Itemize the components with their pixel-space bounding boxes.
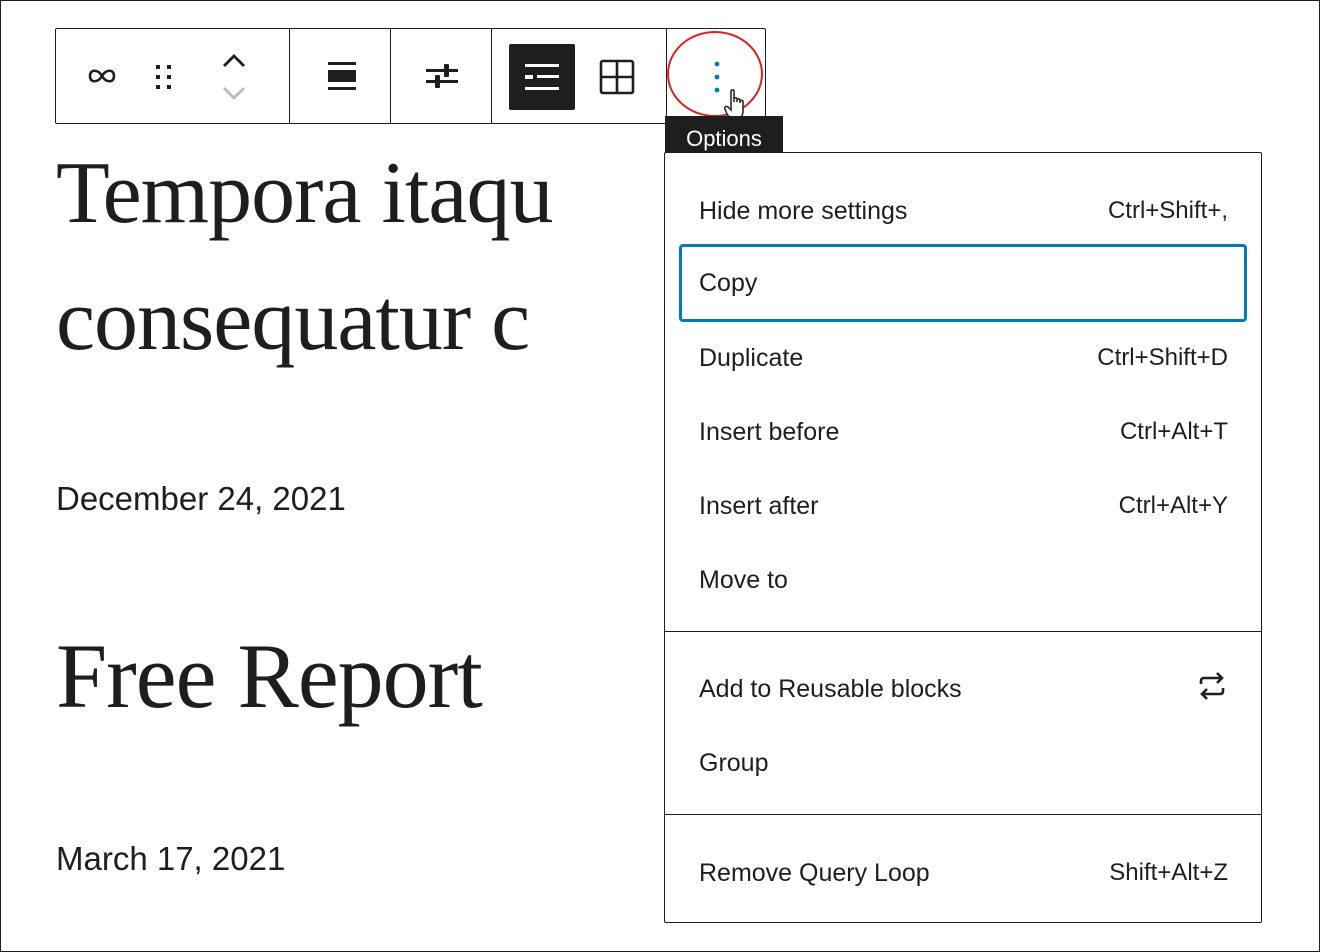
menu-item-shortcut: Shift+Alt+Z [1109,859,1228,886]
post-2-title[interactable]: Free Report [56,630,483,722]
list-view-icon[interactable] [509,44,575,110]
post-1-title-line-1[interactable]: Tempora itaqu [56,150,553,238]
menu-item-remove-query-loop[interactable]: Remove Query Loop Shift+Alt+Z [679,834,1247,912]
settings-sliders-icon[interactable] [420,56,464,96]
menu-item-copy[interactable]: Copy [679,244,1247,322]
post-2-date: March 17, 2021 [56,840,286,877]
toolbar-divider [491,29,492,123]
menu-divider [665,631,1261,632]
menu-item-move-to[interactable]: Move to [679,541,1247,619]
link-icon[interactable] [78,56,126,96]
menu-item-add-to-reusable-blocks[interactable]: Add to Reusable blocks [679,650,1247,728]
menu-item-shortcut: Ctrl+Alt+Y [1118,492,1228,519]
menu-item-shortcut: Ctrl+Shift+D [1097,344,1228,371]
menu-item-label: Move to [699,565,788,594]
menu-item-insert-before[interactable]: Insert before Ctrl+Alt+T [679,393,1247,471]
move-up-icon[interactable] [216,49,252,73]
menu-item-label: Hide more settings [699,196,908,225]
menu-item-hide-more-settings[interactable]: Hide more settings Ctrl+Shift+, [679,172,1247,250]
align-full-icon[interactable] [320,56,364,96]
post-1-title-clip: Tempora itaqu consequatur c [0,140,664,440]
menu-item-group[interactable]: Group [679,724,1247,802]
menu-item-label: Duplicate [699,343,804,372]
toolbar-divider [289,29,290,123]
block-toolbar [55,28,766,124]
menu-item-label: Group [699,748,769,777]
toolbar-divider [390,29,391,123]
grid-view-icon[interactable] [595,57,639,97]
drag-handle-icon[interactable] [144,57,184,97]
reusable-block-icon [1196,670,1228,709]
menu-item-label: Add to Reusable blocks [699,674,962,703]
menu-item-label: Remove Query Loop [699,858,930,887]
options-dropdown-menu: Hide more settings Ctrl+Shift+, Copy Dup… [664,152,1262,923]
menu-item-label: Insert after [699,491,819,520]
menu-item-shortcut: Ctrl+Shift+, [1107,197,1228,224]
menu-item-insert-after[interactable]: Insert after Ctrl+Alt+Y [679,467,1247,545]
menu-divider [665,814,1261,815]
move-down-icon[interactable] [216,81,252,105]
menu-item-duplicate[interactable]: Duplicate Ctrl+Shift+D [679,319,1247,397]
post-1-title-line-2[interactable]: consequatur c [56,277,530,365]
menu-item-label: Copy [699,268,758,297]
post-1-date: December 24, 2021 [56,480,346,517]
menu-item-label: Insert before [699,417,840,446]
menu-item-shortcut: Ctrl+Alt+T [1119,418,1228,445]
